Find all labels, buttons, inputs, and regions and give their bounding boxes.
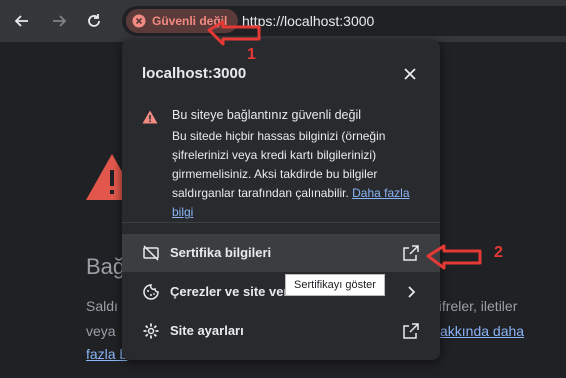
- reload-icon: [88, 14, 100, 27]
- warning-title: Bu siteye bağlantınız güvenli değil: [172, 108, 362, 122]
- close-icon: [404, 68, 416, 80]
- address-bar[interactable]: Güvenli değil https://localhost:3000: [122, 6, 566, 36]
- annotation-number: 2: [494, 244, 503, 261]
- back-button[interactable]: [10, 9, 34, 33]
- annotation-arrow-icon: [426, 244, 482, 270]
- warning-triangle-icon: [142, 110, 158, 124]
- site-settings-item[interactable]: Site ayarları: [122, 312, 440, 350]
- cookies-site-data-item[interactable]: Çerezler ve site veri: [122, 273, 440, 311]
- page-text-line: veya: [86, 323, 116, 339]
- warning-text-line: Bu sitede hiçbir hassas bilginizi (örneğ…: [172, 129, 386, 143]
- arrow-right-icon: [53, 15, 67, 27]
- open-external-icon[interactable]: [402, 244, 420, 262]
- gear-icon: [143, 323, 159, 339]
- cookie-icon: [143, 284, 159, 300]
- warning-description: Bu sitede hiçbir hassas bilginizi (örneğ…: [172, 127, 422, 222]
- open-external-icon[interactable]: [402, 322, 420, 340]
- menu-item-label: Site ayarları: [170, 323, 244, 338]
- menu-item-label: Çerezler ve site veri: [170, 284, 293, 299]
- popup-title: localhost:3000: [142, 65, 247, 82]
- warning-text-line: saldırganlar tarafından çalınabilir. Dah…: [172, 186, 410, 200]
- page-text-line: Saldı: [86, 298, 118, 314]
- warning-text-line: girmemelisiniz. Aksi takdirde bu bilgile…: [172, 167, 378, 181]
- chevron-right-icon: [408, 286, 416, 298]
- site-info-popup: localhost:3000 Bu siteye bağlantınız güv…: [122, 40, 440, 360]
- reload-button[interactable]: [82, 9, 106, 33]
- annotation-number: 1: [247, 46, 256, 63]
- menu-item-label: Sertifika bilgileri: [170, 245, 272, 260]
- certificate-off-icon: [143, 245, 159, 261]
- learn-more-link[interactable]: bilgi: [172, 205, 193, 219]
- browser-toolbar: Güvenli değil https://localhost:3000: [0, 0, 566, 42]
- arrow-left-icon: [14, 15, 28, 27]
- divider: [122, 222, 440, 223]
- close-button[interactable]: [400, 64, 420, 84]
- tooltip: Sertifikayı göster: [285, 274, 385, 296]
- warning-text-line: şifrelerinizi veya kredi kartı bilgileri…: [172, 148, 377, 162]
- forward-button[interactable]: [47, 9, 71, 33]
- learn-more-link[interactable]: Daha fazla: [352, 186, 409, 200]
- annotation-arrow-icon: [207, 20, 261, 46]
- learn-more-link[interactable]: akkında daha: [440, 323, 524, 339]
- page-heading: Bağ: [86, 254, 126, 279]
- x-circle-icon: [132, 14, 146, 28]
- certificate-info-item[interactable]: Sertifika bilgileri: [122, 234, 440, 272]
